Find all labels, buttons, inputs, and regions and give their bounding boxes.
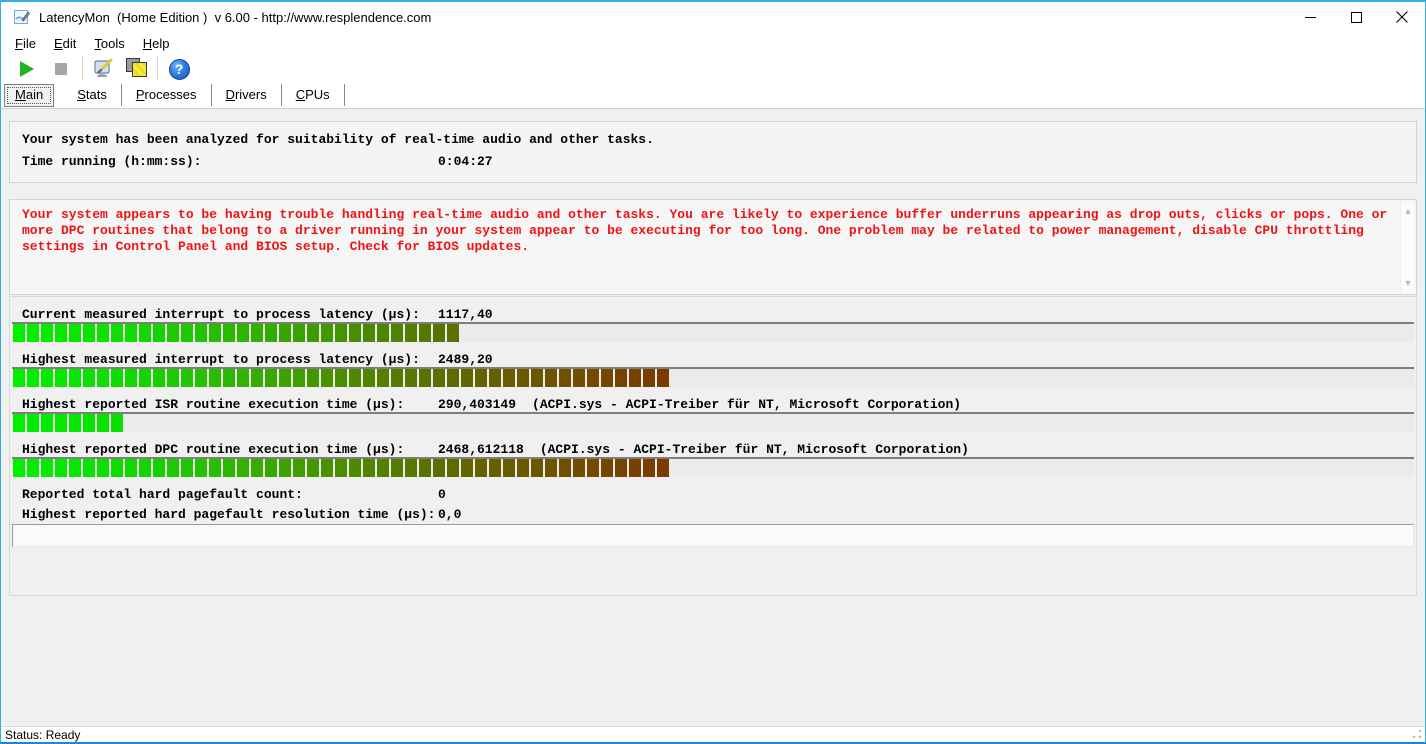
time-running-value: 0:04:27 [438,154,493,169]
warning-scrollbar[interactable]: ▲ ▼ [1400,202,1414,292]
highest-latency-label: Highest measured interrupt to process la… [22,352,420,367]
pagefault-count-value: 0 [438,487,446,502]
pagefault-time-value: 0,0 [438,507,462,522]
scroll-up-icon[interactable]: ▲ [1401,204,1415,218]
tools-icon [94,58,113,77]
window-controls [1287,2,1425,32]
maximize-button[interactable] [1333,2,1379,32]
app-icon [14,10,30,24]
copy-icon [124,58,148,80]
title-bar: LatencyMon (Home Edition ) v 6.00 - http… [1,2,1425,32]
isr-time-bar [12,412,1414,432]
stop-icon [55,63,67,75]
play-icon [20,61,34,77]
pagefault-bar-empty [12,524,1414,547]
minimize-icon [1304,16,1316,18]
status-text: Status: Ready [5,727,81,742]
help-icon: ? [168,58,190,80]
menu-file[interactable]: File [6,34,45,53]
menu-edit[interactable]: Edit [45,34,85,53]
stop-monitor-button[interactable] [47,56,75,82]
close-icon [1396,11,1408,23]
menu-tools[interactable]: Tools [85,34,133,53]
warning-text: Your system appears to be having trouble… [22,207,1388,254]
dpc-time-bar [12,457,1414,477]
close-button[interactable] [1379,2,1425,32]
main-tab-content: Your system has been analyzed for suitab… [1,108,1425,728]
current-latency-bar [12,322,1414,342]
highest-latency-bar [12,367,1414,387]
maximize-icon [1350,11,1362,23]
tab-strip: Main Stats Processes Drivers CPUs [1,84,1425,108]
tab-main[interactable]: Main [4,84,55,107]
start-monitor-button[interactable] [13,56,41,82]
status-bar: Status: Ready [1,726,1425,742]
isr-time-detail: (ACPI.sys - ACPI-Treiber für NT, Microso… [532,397,962,412]
toolbar: ? [1,54,1425,84]
pagefault-count-row: Reported total hard pagefault count: 0 [10,487,1416,505]
latencymon-window: LatencyMon (Home Edition ) v 6.00 - http… [0,0,1426,744]
summary-box: Your system has been analyzed for suitab… [9,121,1417,183]
pagefault-time-row: Highest reported hard pagefault resoluti… [10,507,1416,525]
help-button[interactable]: ? [165,56,193,82]
isr-time-value: 290,403149 [438,397,517,412]
dpc-time-value: 2468,612118 [438,442,524,457]
time-running-label: Time running (h:mm:ss): [22,154,202,169]
minimize-button[interactable] [1287,2,1333,32]
time-running-row: Time running (h:mm:ss): 0:04:27 [10,154,1416,172]
tab-drivers[interactable]: Drivers [212,84,282,106]
highest-latency-value: 2489,20 [438,352,493,367]
current-latency-value: 1117,40 [438,307,493,322]
toolbar-separator [157,57,158,81]
pagefault-time-label: Highest reported hard pagefault resoluti… [22,507,436,522]
tab-processes[interactable]: Processes [122,84,212,106]
warning-box: Your system appears to be having trouble… [9,199,1417,295]
menu-bar: File Edit Tools Help [1,32,1425,54]
tab-stats[interactable]: Stats [63,84,122,106]
options-button[interactable] [90,56,118,82]
menu-help[interactable]: Help [134,34,179,53]
analysis-summary-text: Your system has been analyzed for suitab… [22,132,654,147]
window-title: LatencyMon (Home Edition ) v 6.00 - http… [39,9,432,25]
toolbar-separator [82,57,83,81]
dpc-time-label: Highest reported DPC routine execution t… [22,442,405,457]
measurements-panel: Current measured interrupt to process la… [9,296,1417,596]
isr-time-label: Highest reported ISR routine execution t… [22,397,405,412]
tab-cpus[interactable]: CPUs [282,84,345,106]
dpc-time-detail: (ACPI.sys - ACPI-Treiber für NT, Microso… [539,442,969,457]
scroll-down-icon[interactable]: ▼ [1401,276,1415,290]
pagefault-count-label: Reported total hard pagefault count: [22,487,303,502]
current-latency-label: Current measured interrupt to process la… [22,307,420,322]
copy-report-button[interactable] [122,56,150,82]
resize-grip[interactable] [1412,729,1422,739]
